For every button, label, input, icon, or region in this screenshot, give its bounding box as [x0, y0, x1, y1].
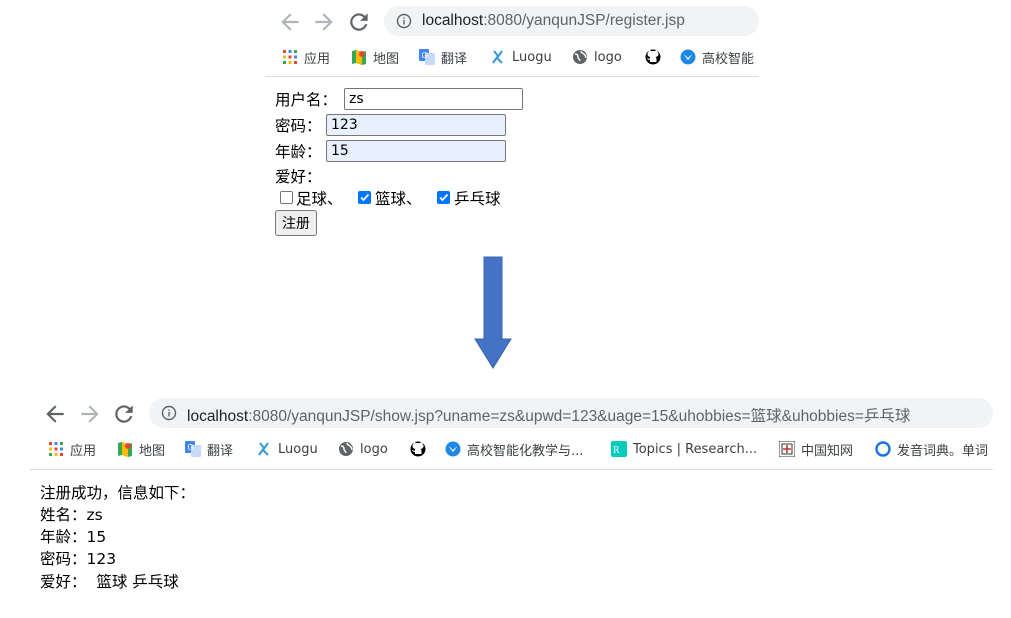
bookmark-apps[interactable]: 应用 — [48, 437, 96, 461]
bookmark-luogu[interactable]: Luogu — [256, 437, 318, 461]
luogu-icon — [256, 441, 272, 457]
bookmark-label: 翻译 — [207, 443, 234, 459]
maps-icon — [351, 49, 367, 65]
bookmark-logo[interactable]: logo — [572, 45, 622, 69]
reload-icon — [350, 13, 368, 31]
maps-icon — [117, 441, 133, 457]
circle-icon — [875, 441, 891, 457]
toolbar-divider — [30, 469, 993, 470]
bookmark-gaoxiao[interactable]: 高校智能 — [680, 45, 754, 69]
back-button[interactable] — [277, 9, 303, 35]
apps-grid-icon — [48, 441, 64, 457]
address-url[interactable]: localhost:8080/yanqunJSP/register.jsp — [422, 12, 685, 30]
age-label: 年龄： — [275, 143, 322, 161]
result-hobbies: 爱好： 篮球 乒乓球 — [40, 573, 179, 591]
bookmark-github[interactable] — [410, 437, 432, 461]
password-label: 密码： — [275, 117, 322, 135]
password-input[interactable] — [326, 114, 506, 136]
github-icon — [410, 441, 426, 457]
svg-text:G: G — [422, 51, 428, 60]
bookmark-label: Luogu — [512, 49, 552, 65]
globe-icon — [338, 441, 354, 457]
hobby-label-basketball: 篮球、 — [375, 190, 422, 208]
bookmark-pronounce[interactable]: 发音词典。单词 — [875, 437, 988, 461]
checkmark-icon — [360, 193, 370, 202]
bookmark-apps[interactable]: 应用 — [282, 45, 330, 69]
reload-icon — [115, 405, 133, 423]
bookmark-label: 高校智能化教学与... — [467, 443, 584, 459]
translate-icon: G — [185, 441, 201, 457]
forward-arrow-icon — [81, 405, 99, 423]
address-url[interactable]: localhost:8080/yanqunJSP/show.jsp?uname=… — [187, 404, 910, 426]
info-icon[interactable] — [396, 13, 412, 29]
info-icon[interactable] — [161, 405, 177, 421]
hobby-label: 爱好： — [275, 168, 322, 186]
bookmark-gaoxiao[interactable]: 高校智能化教学与... — [445, 437, 583, 461]
svg-text:R: R — [613, 445, 620, 456]
bird-icon — [445, 441, 461, 457]
luogu-icon — [490, 49, 506, 65]
bookmark-label: 应用 — [70, 443, 97, 459]
globe-icon — [572, 49, 588, 65]
bookmark-label: Luogu — [278, 441, 318, 457]
bookmark-cnki[interactable]: 中国知网 — [779, 437, 853, 461]
svg-text:G: G — [188, 443, 194, 452]
bookmark-researchgate[interactable]: R Topics | Research... — [611, 437, 757, 461]
result-password: 密码：123 — [40, 550, 117, 568]
hobby-checkbox-football[interactable] — [280, 191, 293, 204]
forward-button[interactable] — [77, 401, 103, 427]
back-arrow-icon — [281, 13, 299, 31]
hobby-label-pingpong: 乒乓球 — [454, 190, 501, 208]
toolbar-divider — [265, 76, 759, 77]
bookmark-label: logo — [360, 441, 388, 457]
bookmark-label: 地图 — [139, 443, 166, 459]
bookmark-logo[interactable]: logo — [338, 437, 388, 461]
register-button[interactable]: 注册 — [275, 210, 317, 236]
reload-button[interactable] — [111, 401, 137, 427]
age-input[interactable] — [326, 140, 506, 162]
result-name: 姓名：zs — [40, 506, 103, 524]
bookmarks-bar: 应用 地图 G 翻译 Luogu logo 高校智能 — [282, 45, 759, 69]
bookmark-label: 发音词典。单词 — [897, 443, 989, 459]
username-input[interactable] — [344, 88, 523, 110]
bookmark-label: logo — [594, 49, 622, 65]
bookmark-translate[interactable]: G 翻译 — [185, 437, 233, 461]
bookmark-label: 应用 — [304, 51, 331, 67]
down-arrow-shape — [474, 256, 512, 369]
bookmark-label: 高校智能 — [702, 51, 755, 67]
bookmark-label: 翻译 — [441, 51, 468, 67]
github-icon — [645, 49, 661, 65]
hobby-checkbox-basketball[interactable] — [358, 191, 371, 204]
username-label: 用户名： — [275, 91, 338, 109]
bookmark-maps[interactable]: 地图 — [117, 437, 165, 461]
bookmark-maps[interactable]: 地图 — [351, 45, 399, 69]
address-bar[interactable]: localhost:8080/yanqunJSP/show.jsp?uname=… — [149, 398, 993, 428]
bookmark-label: 中国知网 — [801, 443, 854, 459]
cnki-icon — [779, 441, 795, 457]
result-age: 年龄：15 — [40, 528, 107, 546]
bookmark-luogu[interactable]: Luogu — [490, 45, 552, 69]
bookmark-github[interactable] — [645, 45, 667, 69]
back-button[interactable] — [42, 401, 68, 427]
hobby-label-football: 足球、 — [296, 190, 343, 208]
forward-arrow-icon — [315, 13, 333, 31]
researchgate-icon: R — [611, 441, 627, 457]
bookmark-label: 地图 — [373, 51, 400, 67]
reload-button[interactable] — [346, 9, 372, 35]
hobby-checkbox-pingpong[interactable] — [437, 191, 450, 204]
bookmarks-bar: 应用 地图 G 翻译 Luogu logo 高校智能化教学与... R Topi — [48, 437, 993, 461]
bookmark-label: Topics | Research... — [633, 441, 758, 457]
forward-button[interactable] — [311, 9, 337, 35]
back-arrow-icon — [46, 405, 64, 423]
checkmark-icon — [439, 193, 449, 202]
bookmark-translate[interactable]: G 翻译 — [419, 45, 467, 69]
bird-icon — [680, 49, 696, 65]
apps-grid-icon — [282, 49, 298, 65]
translate-icon: G — [419, 49, 435, 65]
address-bar[interactable]: localhost:8080/yanqunJSP/register.jsp — [384, 6, 759, 36]
result-heading: 注册成功，信息如下： — [40, 484, 196, 502]
